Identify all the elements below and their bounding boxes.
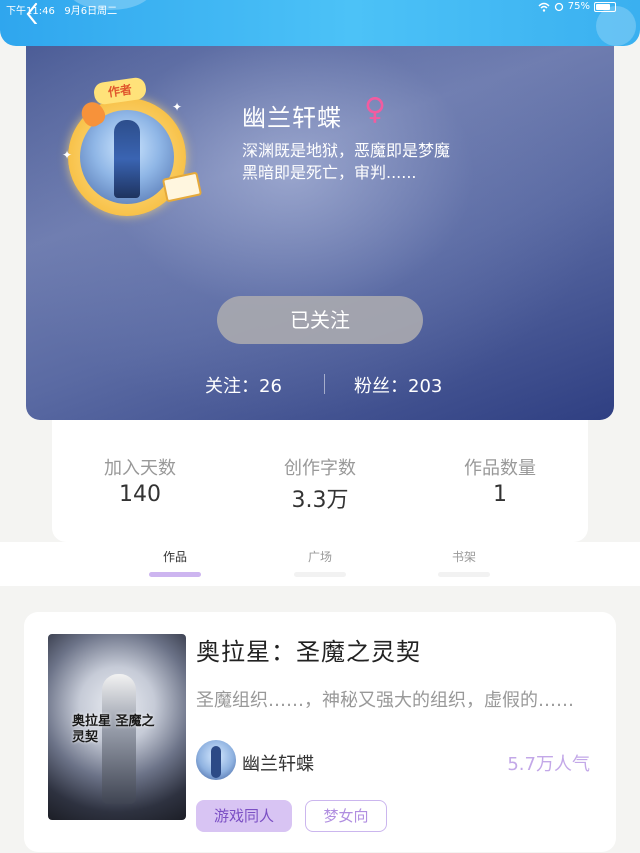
- tab-works[interactable]: 作品: [145, 548, 205, 565]
- tab-underline: [438, 572, 490, 577]
- stat-label: 作品数量: [464, 458, 536, 479]
- book-card[interactable]: 奥拉星 圣魔之灵契 奥拉星：圣魔之灵契 圣魔组织……，神秘又强大的组织，虚假的……: [24, 612, 616, 852]
- tag-dream-girl[interactable]: 梦女向: [305, 800, 387, 832]
- wifi-icon: [538, 2, 550, 12]
- tab-bar: 作品 广场 书架: [0, 542, 640, 586]
- battery-icon: [594, 1, 616, 12]
- back-icon[interactable]: [22, 2, 44, 24]
- cover-title: 奥拉星 圣魔之灵契: [72, 714, 155, 745]
- tab-active-underline: [149, 572, 201, 577]
- author-bio: 深渊既是地狱，恶魔即是梦魔 黑暗即是死亡，审判......: [242, 140, 512, 184]
- book-cover[interactable]: 奥拉星 圣魔之灵契: [48, 634, 186, 820]
- stat-join-days: 加入天数 140: [70, 454, 210, 507]
- sparkle-icon: ✦: [172, 100, 183, 114]
- stat-value: 140: [119, 482, 161, 507]
- following-count[interactable]: 关注：26: [205, 372, 282, 398]
- female-icon: ♀: [364, 92, 386, 127]
- stat-word-count: 创作字数 3.3万: [250, 454, 390, 514]
- follow-button[interactable]: 已关注: [217, 296, 423, 344]
- author-stats-card: 加入天数 140 创作字数 3.3万 作品数量 1: [52, 420, 588, 542]
- sparkle-icon: ✦: [62, 148, 73, 162]
- author-profile-header: 作者 ✦ ✦ 幽兰轩蝶 ♀ 深渊既是地狱，恶魔即是梦魔 黑暗即是死亡，审判...…: [26, 40, 614, 420]
- avatar-figure: [114, 120, 140, 198]
- book-description: 圣魔组织……，神秘又强大的组织，虚假的……: [196, 690, 574, 711]
- stat-value: 1: [493, 482, 507, 507]
- tab-square[interactable]: 广场: [290, 548, 350, 565]
- bio-line: 深渊既是地狱，恶魔即是梦魔: [242, 141, 451, 160]
- battery-percent: 75%: [567, 1, 590, 12]
- tab-underline: [294, 572, 346, 577]
- stat-work-count: 作品数量 1: [430, 454, 570, 507]
- status-bar: 下午11:46 9月6日周二 75%: [0, 0, 640, 17]
- divider: [324, 374, 325, 394]
- book-author-name[interactable]: 幽兰轩蝶: [242, 750, 314, 776]
- book-author-avatar[interactable]: [196, 740, 236, 780]
- status-date-text: 9月6日周二: [64, 6, 118, 17]
- status-right: 75%: [538, 1, 616, 12]
- stat-label: 加入天数: [104, 458, 176, 479]
- bio-line: 黑暗即是死亡，审判......: [242, 163, 417, 182]
- tag-game-fanfic[interactable]: 游戏同人: [196, 800, 292, 832]
- fans-count[interactable]: 粉丝：203: [354, 372, 442, 398]
- tab-bookshelf[interactable]: 书架: [434, 548, 494, 565]
- author-name: 幽兰轩蝶: [242, 104, 342, 132]
- book-title[interactable]: 奥拉星：圣魔之灵契: [196, 632, 421, 667]
- stat-label: 创作字数: [284, 458, 356, 479]
- book-popularity: 5.7万人气: [507, 754, 590, 775]
- stat-value: 3.3万: [291, 488, 349, 513]
- orientation-lock-icon: [554, 2, 563, 11]
